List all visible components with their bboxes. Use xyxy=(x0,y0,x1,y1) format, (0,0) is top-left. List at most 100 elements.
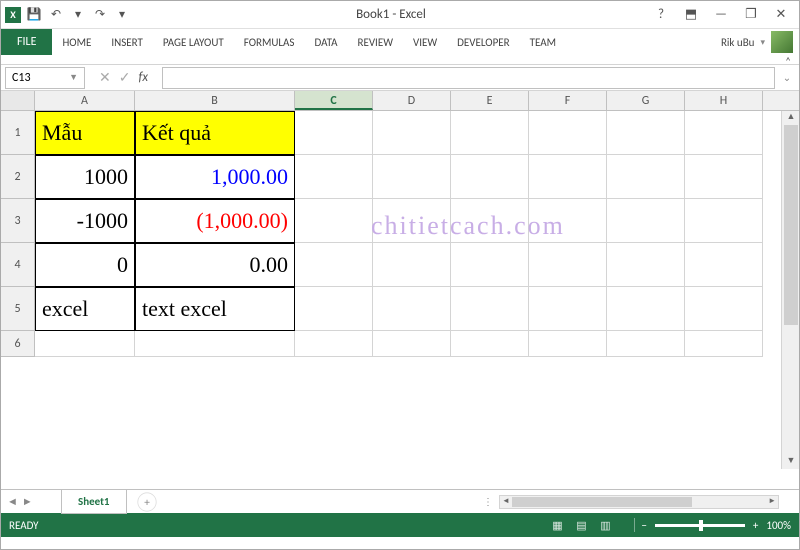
cell-B1[interactable]: Kết quả xyxy=(135,111,295,155)
cell-C3[interactable] xyxy=(295,199,373,243)
row-header-3[interactable]: 3 xyxy=(1,199,35,243)
cell-C6[interactable] xyxy=(295,331,373,357)
cell-H2[interactable] xyxy=(685,155,763,199)
cell-H6[interactable] xyxy=(685,331,763,357)
cell-G1[interactable] xyxy=(607,111,685,155)
scroll-up-icon[interactable]: ▲ xyxy=(782,111,799,125)
cell-F4[interactable] xyxy=(529,243,607,287)
cell-D3[interactable] xyxy=(373,199,451,243)
scroll-down-icon[interactable]: ▼ xyxy=(782,455,799,469)
horizontal-scroll-thumb[interactable] xyxy=(512,497,692,507)
cell-F6[interactable] xyxy=(529,331,607,357)
qat-dropdown-icon[interactable]: ▾ xyxy=(69,6,87,24)
name-box-dropdown-icon[interactable]: ▼ xyxy=(69,72,78,83)
tab-home[interactable]: HOME xyxy=(52,29,101,55)
vertical-scroll-thumb[interactable] xyxy=(784,125,798,325)
horizontal-scrollbar[interactable]: ◄ ► xyxy=(499,495,779,509)
cell-A4[interactable]: 0 xyxy=(35,243,135,287)
tab-developer[interactable]: DEVELOPER xyxy=(447,29,519,55)
insert-function-icon[interactable]: fx xyxy=(138,70,148,85)
cell-E5[interactable] xyxy=(451,287,529,331)
redo-icon[interactable]: ↷ xyxy=(91,6,109,24)
qat-customize-icon[interactable]: ▾ xyxy=(113,6,131,24)
tab-pagelayout[interactable]: PAGE LAYOUT xyxy=(153,29,234,55)
cell-F1[interactable] xyxy=(529,111,607,155)
cell-A5[interactable]: excel xyxy=(35,287,135,331)
cell-A2[interactable]: 1000 xyxy=(35,155,135,199)
col-header-B[interactable]: B xyxy=(135,91,295,110)
row-header-2[interactable]: 2 xyxy=(1,155,35,199)
formula-bar-expand-icon[interactable]: ⌄ xyxy=(779,71,795,84)
cell-D4[interactable] xyxy=(373,243,451,287)
user-dropdown-icon[interactable]: ▾ xyxy=(760,37,765,48)
cell-H3[interactable] xyxy=(685,199,763,243)
col-header-C[interactable]: C xyxy=(295,91,373,110)
scroll-left-icon[interactable]: ◄ xyxy=(502,496,510,506)
col-header-A[interactable]: A xyxy=(35,91,135,110)
zoom-slider[interactable] xyxy=(655,524,745,527)
cell-F5[interactable] xyxy=(529,287,607,331)
cell-B4[interactable]: 0.00 xyxy=(135,243,295,287)
cell-B2[interactable]: 1,000.00 xyxy=(135,155,295,199)
cell-F2[interactable] xyxy=(529,155,607,199)
cell-A1[interactable]: Mẫu xyxy=(35,111,135,155)
cell-C2[interactable] xyxy=(295,155,373,199)
cell-D6[interactable] xyxy=(373,331,451,357)
tab-team[interactable]: TEAM xyxy=(520,29,566,55)
cell-B3[interactable]: (1,000.00) xyxy=(135,199,295,243)
cell-E3[interactable] xyxy=(451,199,529,243)
excel-icon[interactable]: X xyxy=(5,7,21,23)
cell-C1[interactable] xyxy=(295,111,373,155)
enter-formula-icon[interactable]: ✓ xyxy=(119,69,131,86)
help-icon[interactable]: ? xyxy=(651,6,671,24)
cell-C4[interactable] xyxy=(295,243,373,287)
save-icon[interactable]: 💾 xyxy=(25,6,43,24)
cell-B5[interactable]: text excel xyxy=(135,287,295,331)
zoom-in-button[interactable]: + xyxy=(753,519,758,532)
row-header-4[interactable]: 4 xyxy=(1,243,35,287)
sheet-tab-sheet1[interactable]: Sheet1 xyxy=(61,490,127,514)
col-header-E[interactable]: E xyxy=(451,91,529,110)
cell-A3[interactable]: -1000 xyxy=(35,199,135,243)
cell-E4[interactable] xyxy=(451,243,529,287)
cell-G2[interactable] xyxy=(607,155,685,199)
cell-E6[interactable] xyxy=(451,331,529,357)
tab-review[interactable]: REVIEW xyxy=(347,29,403,55)
zoom-level[interactable]: 100% xyxy=(766,519,791,532)
cell-B6[interactable] xyxy=(135,331,295,357)
name-box[interactable]: C13 ▼ xyxy=(5,67,85,89)
avatar[interactable] xyxy=(771,31,793,53)
cell-G5[interactable] xyxy=(607,287,685,331)
cancel-formula-icon[interactable]: ✕ xyxy=(99,69,111,86)
cell-D5[interactable] xyxy=(373,287,451,331)
restore-button[interactable]: ❐ xyxy=(741,6,761,24)
cell-G3[interactable] xyxy=(607,199,685,243)
cell-E1[interactable] xyxy=(451,111,529,155)
new-sheet-button[interactable]: + xyxy=(137,492,156,511)
cell-A6[interactable] xyxy=(35,331,135,357)
cell-F3[interactable] xyxy=(529,199,607,243)
cell-H5[interactable] xyxy=(685,287,763,331)
col-header-H[interactable]: H xyxy=(685,91,763,110)
col-header-F[interactable]: F xyxy=(529,91,607,110)
undo-icon[interactable]: ↶ xyxy=(47,6,65,24)
next-sheet-icon[interactable]: ► xyxy=(22,495,33,508)
cell-E2[interactable] xyxy=(451,155,529,199)
cell-G4[interactable] xyxy=(607,243,685,287)
tab-view[interactable]: VIEW xyxy=(403,29,447,55)
row-header-5[interactable]: 5 xyxy=(1,287,35,331)
tab-insert[interactable]: INSERT xyxy=(101,29,153,55)
normal-view-icon[interactable]: ▦ xyxy=(546,516,568,534)
cell-C5[interactable] xyxy=(295,287,373,331)
formula-bar[interactable] xyxy=(162,67,775,89)
col-header-D[interactable]: D xyxy=(373,91,451,110)
scroll-right-icon[interactable]: ► xyxy=(768,496,776,506)
prev-sheet-icon[interactable]: ◄ xyxy=(7,495,18,508)
ribbon-display-icon[interactable]: ⬒ xyxy=(681,6,701,24)
zoom-out-button[interactable]: − xyxy=(641,519,646,532)
user-name[interactable]: Rik uBu xyxy=(721,36,755,49)
select-all-button[interactable] xyxy=(1,91,35,110)
vertical-scrollbar[interactable]: ▲ ▼ xyxy=(781,111,799,469)
close-button[interactable]: ✕ xyxy=(771,6,791,24)
page-break-view-icon[interactable]: ▥ xyxy=(594,516,616,534)
